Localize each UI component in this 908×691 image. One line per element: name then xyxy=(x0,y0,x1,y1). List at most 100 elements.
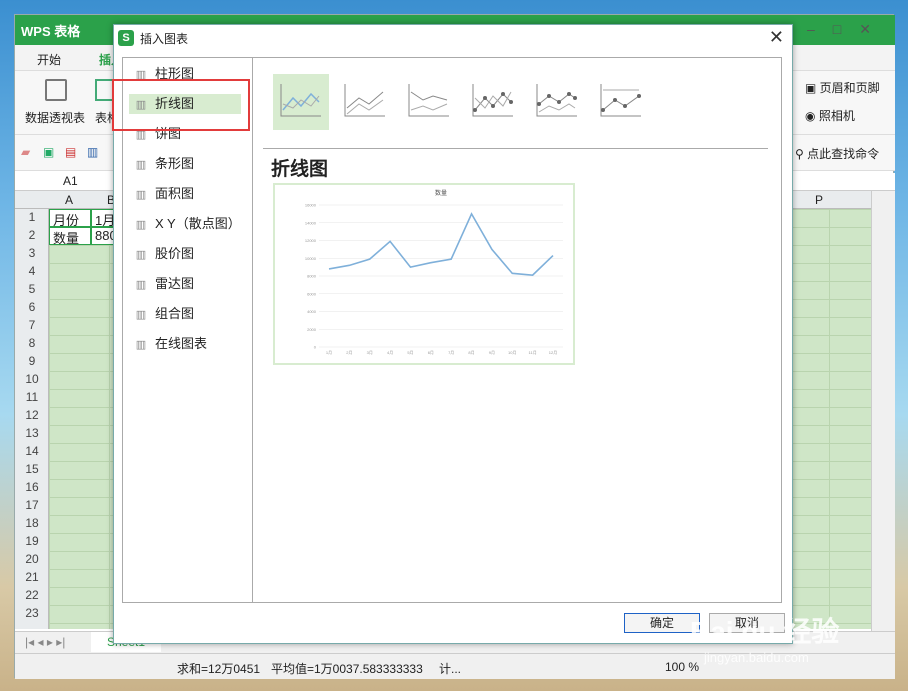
row-number[interactable]: 22 xyxy=(15,588,49,602)
category-label: 组合图 xyxy=(155,306,195,321)
category-item[interactable]: ▥ 条形图 xyxy=(129,154,241,174)
category-item[interactable]: ▥ 在线图表 xyxy=(129,334,241,354)
status-sum: 求和=12万0451 xyxy=(177,662,261,676)
y-tick-label: 0 xyxy=(314,345,317,350)
ok-button[interactable]: 确定 xyxy=(624,613,700,633)
row-number[interactable]: 4 xyxy=(15,264,49,278)
row-number[interactable]: 21 xyxy=(15,570,49,584)
row-number[interactable]: 2 xyxy=(15,228,49,242)
row-number[interactable]: 5 xyxy=(15,282,49,296)
row-number[interactable]: 6 xyxy=(15,300,49,314)
y-tick-label: 2000 xyxy=(307,327,317,332)
row-number[interactable]: 8 xyxy=(15,336,49,350)
wps-app-title: WPS 表格 xyxy=(21,24,81,39)
radar-chart-icon: ▥ xyxy=(135,279,147,291)
y-tick-label: 10000 xyxy=(305,256,317,261)
series-line xyxy=(328,212,554,276)
cell-a2[interactable]: 数量 xyxy=(49,227,91,246)
x-tick-label: 4月 xyxy=(387,350,393,355)
y-tick-label: 16000 xyxy=(305,203,317,208)
dialog-title: 插入图表 xyxy=(140,32,189,46)
cell-a1[interactable]: 月份 xyxy=(49,209,91,228)
close-button[interactable]: ✕ xyxy=(769,27,784,48)
chart-preview[interactable]: 数量 0 2000 4000 6000 8000 10000 12000 14000 16000 1… xyxy=(273,183,575,365)
x-tick-label: 1月 xyxy=(326,350,332,355)
variant-line[interactable] xyxy=(273,74,329,130)
category-item[interactable]: ▥ 雷达图 xyxy=(129,274,241,294)
row-number[interactable]: 23 xyxy=(15,606,49,620)
pdf-icon[interactable]: ▤ xyxy=(65,145,76,159)
row-number[interactable]: 3 xyxy=(15,246,49,260)
open-icon[interactable]: ▰ xyxy=(21,145,30,159)
stacked-markers-variant-icon xyxy=(536,84,577,117)
find-command[interactable]: ⚲ 点此查找命令 xyxy=(795,145,879,162)
header-footer-button[interactable]: ▣ 页眉和页脚 xyxy=(805,79,880,96)
x-tick-label: 7月 xyxy=(448,350,454,355)
col-a[interactable]: A xyxy=(65,193,73,207)
variant-stacked-line[interactable] xyxy=(337,74,393,130)
status-more[interactable]: 计... xyxy=(439,660,461,677)
camera-button[interactable]: ◉ 照相机 xyxy=(805,107,855,124)
row-number[interactable]: 7 xyxy=(15,318,49,332)
row-number[interactable]: 13 xyxy=(15,426,49,440)
print-icon[interactable]: ▥ xyxy=(87,145,98,159)
header-footer-label: 页眉和页脚 xyxy=(819,81,880,95)
row-number[interactable]: 20 xyxy=(15,552,49,566)
category-label: 在线图表 xyxy=(155,336,208,351)
stacked-line-variant-icon xyxy=(344,84,385,117)
variant-percent-markers[interactable] xyxy=(593,74,649,130)
chart-title: 数量 xyxy=(435,189,447,197)
variant-percent-line[interactable] xyxy=(401,74,457,130)
category-item[interactable]: ▥ X Y（散点图） xyxy=(129,214,241,234)
dialog-body: ▥ 柱形图 ▥ 折线图 ▥ 饼图 ▥ 条形图 ▥ 面积图 ▥ X Y（散点图） ▥ 股价图 ▥ 雷达图 ▥ 组合图… xyxy=(122,57,782,603)
category-label: X Y（散点图） xyxy=(155,216,241,231)
variant-line-markers[interactable] xyxy=(465,74,521,130)
bar-chart-icon: ▥ xyxy=(135,159,147,171)
online-chart-icon: ▥ xyxy=(135,339,147,351)
category-label: 面积图 xyxy=(155,186,195,201)
row-number[interactable]: 17 xyxy=(15,498,49,512)
x-tick-label: 10月 xyxy=(508,350,516,355)
pivot-table-icon xyxy=(45,79,67,101)
pivot-table-button[interactable]: 数据透视表 xyxy=(25,109,85,126)
x-tick-label: 11月 xyxy=(529,350,537,355)
combo-chart-icon: ▥ xyxy=(135,309,147,321)
highlight-box xyxy=(112,79,250,131)
area-chart-icon: ▥ xyxy=(135,189,147,201)
percent-line-variant-icon xyxy=(408,84,449,117)
zoom-level[interactable]: 100 % xyxy=(665,660,699,674)
tab-home[interactable]: 开始 xyxy=(37,51,61,68)
row-number[interactable]: 1 xyxy=(15,210,49,224)
sheet-nav-arrows[interactable]: |◂ ◂ ▸ ▸| xyxy=(25,635,65,649)
find-command-label: 点此查找命令 xyxy=(807,147,880,161)
col-p[interactable]: P xyxy=(815,193,823,207)
stock-chart-icon: ▥ xyxy=(135,249,147,261)
row-number[interactable]: 9 xyxy=(15,354,49,368)
row-number[interactable]: 16 xyxy=(15,480,49,494)
row-number[interactable]: 15 xyxy=(15,462,49,476)
row-number[interactable]: 12 xyxy=(15,408,49,422)
x-tick-label: 9月 xyxy=(489,350,495,355)
percent-markers-variant-icon xyxy=(600,84,641,117)
category-item[interactable]: ▥ 组合图 xyxy=(129,304,241,324)
line-chart-variants xyxy=(273,74,773,144)
y-tick-label: 12000 xyxy=(305,238,317,243)
row-number[interactable]: 11 xyxy=(15,390,49,404)
row-number[interactable]: 19 xyxy=(15,534,49,548)
status-average: 平均值=1万0037.583333333 xyxy=(271,662,423,676)
x-tick-label: 8月 xyxy=(468,350,474,355)
y-tick-label: 6000 xyxy=(307,291,317,296)
row-number[interactable]: 18 xyxy=(15,516,49,530)
category-item[interactable]: ▥ 股价图 xyxy=(129,244,241,264)
name-box[interactable]: A1 xyxy=(63,174,78,188)
vertical-scrollbar[interactable] xyxy=(871,191,895,631)
save-icon[interactable]: ▣ xyxy=(43,145,54,159)
divider xyxy=(263,148,768,149)
window-controls[interactable]: –□✕ xyxy=(807,21,889,38)
category-item[interactable]: ▥ 面积图 xyxy=(129,184,241,204)
row-number[interactable]: 14 xyxy=(15,444,49,458)
variant-stacked-markers[interactable] xyxy=(529,74,585,130)
row-number[interactable]: 10 xyxy=(15,372,49,386)
x-tick-label: 5月 xyxy=(407,350,413,355)
chart-type-heading: 折线图 xyxy=(271,159,329,180)
